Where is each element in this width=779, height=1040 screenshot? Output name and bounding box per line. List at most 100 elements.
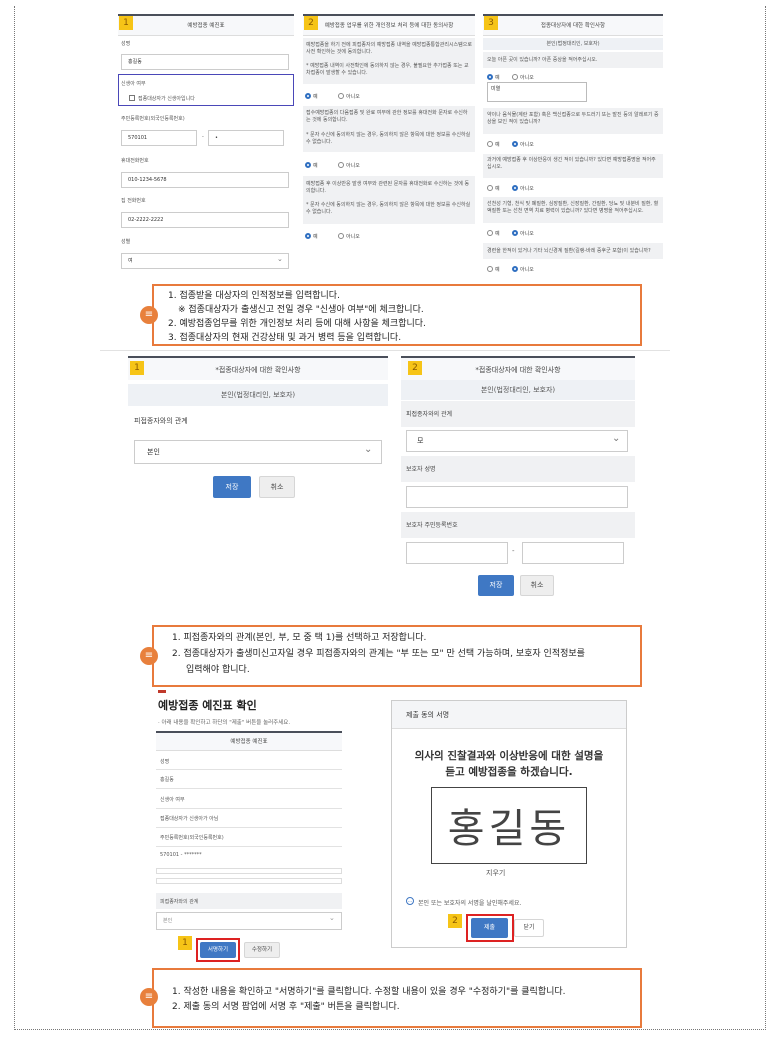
q1-no[interactable]: 아니오 [512,74,534,81]
guardian-rrn-label: 보호자 주민등록번호 [406,522,458,529]
q3-no[interactable]: 아니오 [512,185,534,192]
note-line: 2. 제출 동의 서명 팝업에 서명 후 "제출" 버튼을 클릭합니다. [172,1002,400,1012]
save-button[interactable]: 저장 [478,575,514,596]
home-phone-label: 집 전화번호 [121,198,146,204]
q2-yes[interactable]: 예 [487,141,500,148]
q1-yes[interactable]: 예 [487,74,500,81]
consent-2-text: 접수예방접종의 다음접종 및 완료 여부에 관한 정보를 휴대전화 문자로 수신… [306,110,468,123]
step-badge: 3 [484,16,498,30]
consent-1-note: * 예방접종 내역이 사전확인에 동의하지 않는 경우, 불필요한 추가접종 또… [306,63,469,76]
consent-1-yes[interactable]: 예 [305,93,318,100]
note-line: 2. 예방접종업무를 위한 개인정보 처리 등에 대해 사항을 체크합니다. [168,319,426,329]
newborn-checkbox[interactable] [129,95,135,101]
relation-select[interactable]: 본인 [156,912,342,930]
review-row: 접종대상자가 신생아가 아님 [160,816,219,822]
consent-statement-2: 듣고 예방접종을 하겠습니다. [445,766,573,778]
signature-info: 본인 또는 보호자의 서명을 날인해주세요. [418,900,522,907]
step-badge: 2 [304,16,318,30]
sign-button[interactable]: 서명하기 [200,942,236,958]
q1-answer-textarea[interactable]: 미열 [487,82,587,102]
relation-label: 피접종자와의 관계 [406,411,453,418]
q1-text: 오늘 아픈 곳이 있습니까? 아픈 증상을 적어주십시오. [487,57,598,63]
cancel-button[interactable]: 취소 [259,476,295,498]
mobile-input[interactable]: 010-1234-5678 [121,172,289,188]
q5-no[interactable]: 아니오 [512,266,534,273]
newborn-check-label: 접종대상자가 신생아입니다 [138,96,195,102]
consent-3-text: 예방접종 후 이상반응 발생 여부와 관련된 문자를 휴대전화로 수신하는 것에… [306,181,470,194]
panel-title: 접종대상자에 대한 확인사항 [483,14,663,36]
step-badge: 1 [119,16,133,30]
panel-title: 예방접종 예진표 [118,14,294,36]
consent-statement-1: 의사의 진찰결과와 이상반응에 대한 설명을 [414,750,604,762]
chevron-down-icon: ⌄ [329,914,335,922]
relation-label: 피접종자와의 관계 [160,899,199,905]
home-phone-input[interactable]: 02-2222-2222 [121,212,289,228]
close-button[interactable]: 닫기 [514,919,544,937]
name-input[interactable]: 홍길동 [121,54,289,70]
chevron-down-icon: ⌄ [612,433,621,444]
review-row: 성명 [160,759,170,765]
respondent-subheader: 본인(법정대리인, 보호자) [401,380,635,400]
review-row: 주민등록번호(외국인등록번호) [160,835,224,841]
respondent-subheader: 본인(법정대리인, 보호자) [128,384,388,406]
note-line: 1. 접종받을 대상자의 인적정보를 입력합니다. [168,291,340,301]
panel-title: 예방접종 업무를 위한 개인정보 처리 등에 대한 동의사항 [303,14,475,36]
q5-yes[interactable]: 예 [487,266,500,273]
note-line: 입력해야 합니다. [186,665,250,675]
relation-select[interactable]: 본인 [134,440,382,464]
q3-yes[interactable]: 예 [487,185,500,192]
rrn-back-input[interactable]: • [208,130,284,146]
guardian-rrn-back-input[interactable] [522,542,624,564]
instruction-box-3 [152,968,642,1028]
guardian-name-label: 보호자 성명 [406,466,436,473]
q4-yes[interactable]: 예 [487,230,500,237]
newborn-label: 신생아 여부 [121,81,146,87]
save-button[interactable]: 저장 [213,476,251,498]
review-row: 홍길동 [160,777,174,783]
page-title: 예방접종 예진표 확인 [158,699,257,712]
popup-header: 제출 동의 서명 [392,701,626,729]
chevron-down-icon: ⌄ [364,444,373,455]
chat-icon: … [406,897,414,905]
document-icon: ≡ [140,306,158,324]
chevron-down-icon: ⌄ [277,255,283,263]
gender-label: 성별 [121,239,131,245]
rrn-dash: - [202,134,204,140]
rrn-front-input[interactable]: 570101 [121,130,197,146]
step-badge: 2 [408,361,422,375]
note-line: 3. 접종대상자의 현재 건강상태 및 과거 병력 등을 입력합니다. [168,333,402,343]
step-badge: 1 [178,936,192,950]
edit-button[interactable]: 수정하기 [244,942,280,958]
consent-2-yes[interactable]: 예 [305,162,318,169]
consent-1-no[interactable]: 아니오 [338,93,360,100]
guardian-name-input[interactable] [406,486,628,508]
name-label: 성명 [121,41,131,47]
guardian-rrn-front-input[interactable] [406,542,508,564]
review-row: 신생아 여부 [160,797,185,803]
consent-2-no[interactable]: 아니오 [338,162,360,169]
mobile-label: 휴대전화번호 [121,158,149,164]
consent-3-yes[interactable]: 예 [305,233,318,240]
gender-select[interactable]: 여 [121,253,289,269]
review-row: 570101 - ******* [160,852,202,858]
submit-button[interactable]: 제출 [471,918,508,938]
relation-select[interactable]: 모 [406,430,628,452]
cancel-button[interactable]: 취소 [520,575,554,596]
respondent-subheader: 본인(법정대리인, 보호자) [483,38,663,50]
q4-no[interactable]: 아니오 [512,230,534,237]
consent-1-text: 예방접종을 하기 전에 피접종자의 예방접종 내역을 예방접종통합관리시스템으로… [306,42,472,55]
consent-3-no[interactable]: 아니오 [338,233,360,240]
note-line: 1. 작성한 내용을 확인하고 "서명하기"를 클릭합니다. 수정할 내용이 있… [172,987,566,997]
q4-text: 선천성 기형, 천식 및 폐질환, 심장질환, 신장질환, 간질환, 당뇨 및 … [487,201,659,214]
signature-strokes: 홍길동 [447,806,571,852]
step-badge: 1 [130,361,144,375]
q2-no[interactable]: 아니오 [512,141,534,148]
note-line: ※ 접종대상자가 출생신고 전일 경우 "신생아 여부"에 체크합니다. [178,305,424,315]
note-line: 2. 접종대상자가 출생미신고자일 경우 피접종자와의 관계는 "부 또는 모"… [172,649,585,659]
relation-label: 피접종자와의 관계 [134,417,188,425]
q5-text: 경련을 한적이 있거나 기타 뇌신경계 질환(길랭-바레 증후군 포함)이 있습… [487,248,651,254]
q2-text: 약이나 음식물(계란 포함) 혹은 백신접종으로 두드러기 또는 발진 등의 알… [487,112,659,125]
clear-button[interactable]: 지우기 [486,868,505,878]
consent-2-note: * 문자 수신에 동의하지 않는 경우, 동의하지 않은 항목에 대한 정보를 … [306,132,471,145]
document-icon: ≡ [140,647,158,665]
